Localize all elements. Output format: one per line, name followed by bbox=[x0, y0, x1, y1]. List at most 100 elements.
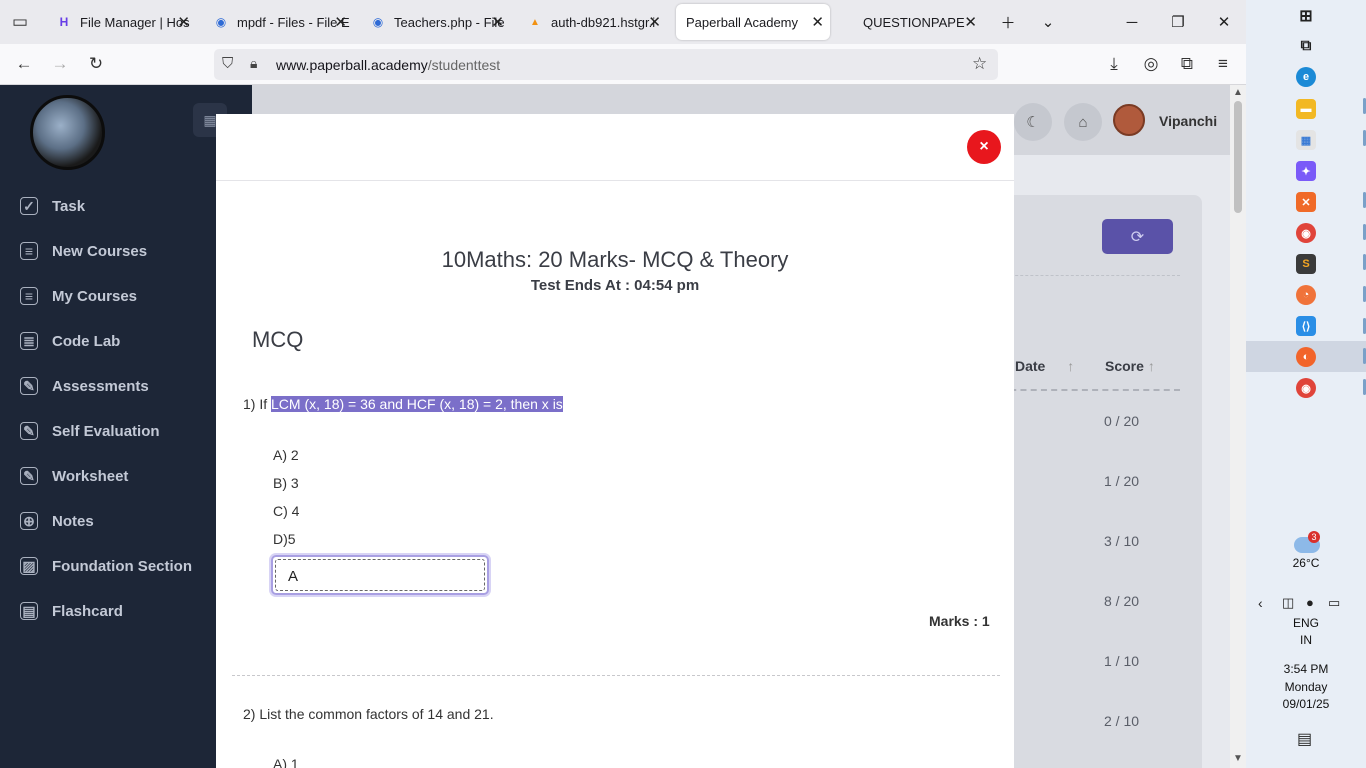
scroll-up-icon[interactable]: ▲ bbox=[1233, 87, 1243, 98]
new-tab-icon[interactable]: ＋ bbox=[988, 6, 1028, 38]
forward-icon[interactable]: → bbox=[48, 52, 72, 76]
close-tab-icon[interactable]: ✕ bbox=[177, 13, 190, 31]
tab-questionpaper[interactable]: QUESTIONPAPER3 ✕ bbox=[853, 4, 983, 40]
tab-title: File Manager | Hos bbox=[80, 14, 190, 30]
edge-icon[interactable]: e bbox=[1296, 67, 1316, 87]
extensions-icon[interactable]: ⧉ bbox=[1175, 52, 1199, 76]
chevron-left-icon[interactable]: ‹ bbox=[1258, 595, 1263, 611]
tab-teachers[interactable]: ◉ Teachers.php - File ✕ bbox=[360, 4, 510, 40]
column-header-date[interactable]: Date ↑ bbox=[1015, 358, 1074, 374]
header-label: Score bbox=[1105, 358, 1144, 374]
widgets-icon[interactable]: ⧉ bbox=[1296, 35, 1316, 55]
xampp-icon[interactable]: ✕ bbox=[1296, 192, 1316, 212]
score-cell: 3 / 10 bbox=[1104, 533, 1140, 549]
restore-icon[interactable]: ❐ bbox=[1158, 6, 1198, 38]
scroll-thumb[interactable] bbox=[1234, 101, 1242, 213]
refresh-button[interactable]: ⟳ bbox=[1102, 219, 1173, 254]
temperature[interactable]: 26°C bbox=[1246, 556, 1366, 570]
tab-paperball-academy[interactable]: Paperball Academy ✕ bbox=[676, 4, 830, 40]
copilot-icon[interactable]: ✦ bbox=[1296, 161, 1316, 181]
clock-time[interactable]: 3:54 PM bbox=[1246, 662, 1366, 676]
account-icon[interactable]: ◎ bbox=[1139, 52, 1163, 76]
close-tab-icon[interactable]: ✕ bbox=[648, 13, 661, 31]
sidebar-item-my-courses[interactable]: ≡ My Courses bbox=[20, 281, 137, 311]
close-tab-icon[interactable]: ✕ bbox=[334, 13, 347, 31]
question-marks: Marks : 1 bbox=[929, 613, 990, 629]
clock-date[interactable]: 09/01/25 bbox=[1246, 697, 1366, 711]
minimize-icon[interactable]: ─ bbox=[1112, 6, 1152, 38]
sidebar-item-label: My Courses bbox=[52, 287, 138, 305]
notifications-icon[interactable]: ▤ bbox=[1297, 729, 1312, 749]
file-explorer-icon[interactable]: ▬ bbox=[1296, 99, 1316, 119]
sidebar-item-label: Worksheet bbox=[52, 467, 129, 485]
microphone-icon[interactable]: ● bbox=[1306, 595, 1314, 610]
close-window-icon[interactable]: ✕ bbox=[1204, 6, 1244, 38]
tab-overview-icon[interactable]: ▭ bbox=[8, 10, 32, 34]
column-header-score[interactable]: Score ↑ bbox=[1105, 358, 1155, 374]
app-icon[interactable]: ◔ bbox=[1296, 285, 1316, 305]
sidebar-item-worksheet[interactable]: ✎ Worksheet bbox=[20, 461, 128, 491]
back-icon[interactable]: ← bbox=[12, 52, 36, 76]
tab-mpdf[interactable]: ◉ mpdf - Files - File E ✕ bbox=[203, 4, 353, 40]
sidebar-item-assessments[interactable]: ✎ Assessments bbox=[20, 371, 149, 401]
lock-icon[interactable]: 🔒︎ bbox=[250, 55, 257, 72]
avatar[interactable] bbox=[1113, 104, 1145, 136]
close-modal-button[interactable]: × bbox=[967, 130, 1001, 164]
sidebar-item-foundation-section[interactable]: ▨ Foundation Section bbox=[20, 551, 192, 581]
paperball-logo[interactable] bbox=[30, 95, 105, 170]
meet-now-icon[interactable]: ◫ bbox=[1282, 595, 1294, 611]
dark-mode-moon-icon[interactable]: ☾ bbox=[1014, 103, 1052, 141]
url-bar[interactable]: ⛉ 🔒︎ www.paperball.academy/studenttest ☆ bbox=[214, 49, 998, 80]
firefox-icon[interactable]: ◐ bbox=[1296, 347, 1316, 367]
store-icon[interactable]: ▦ bbox=[1296, 130, 1316, 150]
sort-arrow-icon: ↑ bbox=[1067, 358, 1075, 374]
close-tab-icon[interactable]: ✕ bbox=[491, 13, 504, 31]
modal-header bbox=[216, 114, 1014, 181]
edit-icon: ✎ bbox=[20, 377, 38, 395]
tab-title: Paperball Academy bbox=[686, 14, 799, 30]
battery-icon[interactable]: ▭ bbox=[1328, 595, 1340, 611]
language-indicator[interactable]: ENG bbox=[1246, 616, 1366, 630]
chrome-icon[interactable]: ◉ bbox=[1296, 378, 1316, 398]
browser-nav-bar: ← → ↻ ⛉ 🔒︎ www.paperball.academy/student… bbox=[0, 44, 1246, 85]
vscode-icon[interactable]: ⟨⟩ bbox=[1296, 316, 1316, 336]
divider bbox=[1000, 275, 1180, 276]
browser-tab-bar: ▭ H File Manager | Hos ✕ ◉ mpdf - Files … bbox=[0, 0, 1246, 44]
question-2: 2) List the common factors of 14 and 21. bbox=[243, 706, 494, 722]
close-tab-icon[interactable]: ✕ bbox=[811, 13, 824, 31]
sidebar-item-notes[interactable]: ⊕ Notes bbox=[20, 506, 94, 536]
score-cell: 8 / 20 bbox=[1104, 593, 1140, 609]
shield-icon[interactable]: ⛉ bbox=[222, 55, 233, 72]
answer-input[interactable]: A bbox=[271, 555, 489, 595]
tab-file-manager[interactable]: H File Manager | Hos ✕ bbox=[46, 4, 196, 40]
menu-icon[interactable]: ≡ bbox=[1211, 52, 1235, 76]
user-name[interactable]: Vipanchi bbox=[1159, 113, 1217, 129]
score-cell: 1 / 20 bbox=[1104, 473, 1140, 489]
cart-icon[interactable]: ⌂ bbox=[1064, 103, 1102, 141]
region-indicator[interactable]: IN bbox=[1246, 633, 1366, 647]
score-cell: 0 / 20 bbox=[1104, 413, 1140, 429]
sublime-icon[interactable]: S bbox=[1296, 254, 1316, 274]
page-scrollbar[interactable]: ▲ ▼ bbox=[1230, 85, 1246, 768]
windows-start-icon[interactable]: ⊞ bbox=[1296, 6, 1316, 26]
tab-phpmyadmin[interactable]: ▲ auth-db921.hstgr.i ✕ bbox=[517, 4, 667, 40]
test-modal: × 10Maths: 20 Marks- MCQ & Theory Test E… bbox=[216, 114, 1014, 768]
section-heading: MCQ bbox=[252, 327, 304, 352]
tab-list-chevron-icon[interactable]: ⌄ bbox=[1028, 6, 1068, 38]
answer-value: A bbox=[288, 568, 299, 585]
option-a: A) 1 bbox=[273, 756, 299, 768]
close-tab-icon[interactable]: ✕ bbox=[964, 13, 977, 31]
sidebar-item-self-evaluation[interactable]: ✎ Self Evaluation bbox=[20, 416, 160, 446]
clock-day[interactable]: Monday bbox=[1246, 680, 1366, 694]
sidebar-item-code-lab[interactable]: ≣ Code Lab bbox=[20, 326, 120, 356]
bookmark-star-icon[interactable]: ☆ bbox=[972, 54, 987, 74]
document-icon: ≣ bbox=[20, 332, 38, 350]
scroll-down-icon[interactable]: ▼ bbox=[1233, 753, 1243, 764]
download-icon[interactable]: ⤓ bbox=[1102, 52, 1126, 76]
sidebar-item-flashcard[interactable]: ▤ Flashcard bbox=[20, 596, 123, 626]
sidebar-item-new-courses[interactable]: ≡ New Courses bbox=[20, 236, 147, 266]
sidebar-item-task[interactable]: ✓ Task bbox=[20, 191, 85, 221]
reload-icon[interactable]: ↻ bbox=[84, 52, 108, 76]
tab-title: Teachers.php - File bbox=[394, 14, 505, 30]
chrome-icon[interactable]: ◉ bbox=[1296, 223, 1316, 243]
